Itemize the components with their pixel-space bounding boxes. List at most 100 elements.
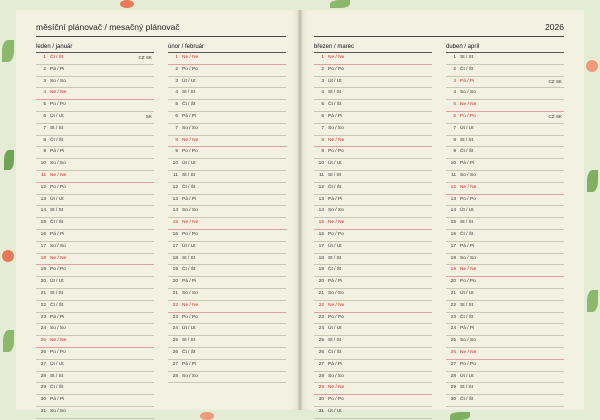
day-row: 1 Ne / Ne	[314, 53, 432, 65]
day-row: 19 Ne / Ne	[446, 265, 564, 278]
day-of-week: Čt / Št	[182, 349, 196, 355]
day-row: 16 Čt / Št	[446, 230, 564, 242]
day-of-week: St / St	[182, 338, 196, 344]
day-of-week: Út / Ut	[182, 78, 196, 84]
day-number: 1	[43, 55, 46, 60]
day-number: 24	[318, 326, 324, 332]
day-of-week: Út / Ut	[182, 326, 196, 332]
day-number: 24	[172, 326, 178, 332]
day-of-week: Ne / Ne	[328, 302, 345, 308]
day-number: 24	[40, 326, 46, 332]
day-number: 21	[40, 290, 46, 296]
day-row: 5 Po / Po	[36, 100, 154, 112]
day-number: 17	[318, 243, 324, 249]
day-of-week: So / So	[182, 290, 198, 296]
day-of-week: Čt / Št	[460, 149, 474, 155]
day-list: 1 Ne / Ne 2 Po / Po 3 Út / Ut 4 St / St 5 Čt / Št…	[168, 53, 286, 384]
day-of-week: Čt / Št	[50, 385, 64, 391]
day-of-week: St / St	[50, 290, 64, 296]
month-column-march: březen / marec 1 Ne / Ne 2 Po / Po 3 Út / Ut 4…	[314, 42, 432, 419]
day-of-week: Ne / Ne	[460, 184, 477, 190]
day-row: 20 Pá / Pi	[168, 277, 286, 289]
leaf-decoration	[450, 412, 470, 420]
day-of-week: Út / Ut	[328, 161, 342, 167]
day-number: 8	[321, 137, 324, 143]
day-of-week: Út / Ut	[328, 78, 342, 84]
day-number: 11	[173, 172, 178, 178]
day-number: 20	[40, 279, 46, 285]
day-row: 24 So / So	[36, 324, 154, 337]
day-row: 17 Pá / Pi	[446, 242, 564, 254]
day-number: 14	[172, 208, 178, 214]
day-number: 19	[172, 267, 178, 273]
leaf-decoration	[587, 170, 598, 192]
day-list: 1 St / St 2 Čt / Št 3 Pá / Pi CZ SK 4 So / So 5 Ne…	[446, 53, 564, 407]
day-number: 13	[172, 196, 178, 202]
day-number: 11	[319, 172, 324, 178]
day-number: 18	[172, 255, 178, 261]
day-of-week: Út / Ut	[460, 290, 474, 296]
day-row: 16 Po / Po	[314, 230, 432, 242]
holiday-country-note: CZ SK	[548, 78, 562, 84]
day-row: 13 Pá / Pi	[314, 195, 432, 207]
day-number: 21	[318, 290, 324, 296]
day-of-week: Pá / Pi	[182, 196, 197, 202]
day-of-week: Po / Po	[460, 196, 476, 202]
day-number: 9	[453, 149, 456, 155]
flower-decoration	[200, 412, 214, 420]
day-of-week: Pá / Pi	[328, 196, 343, 202]
day-of-week: So / So	[460, 90, 476, 96]
day-number: 3	[43, 78, 46, 84]
day-number: 9	[321, 149, 324, 155]
day-of-week: Pá / Pi	[460, 243, 475, 249]
day-number: 13	[450, 196, 456, 202]
day-of-week: Po / Po	[328, 231, 344, 237]
day-row: 7 St / St	[36, 124, 154, 136]
day-of-week: Čt / Št	[460, 397, 474, 403]
day-number: 17	[40, 243, 46, 249]
day-row: 28 St / St	[36, 372, 154, 384]
day-number: 3	[175, 78, 178, 84]
day-number: 16	[318, 231, 324, 237]
day-row: 16 Pá / Pi	[36, 230, 154, 242]
day-number: 22	[318, 302, 324, 308]
day-of-week: So / So	[328, 125, 344, 131]
day-row: 15 Ne / Ne	[168, 218, 286, 230]
day-row: 26 Čt / Št	[314, 348, 432, 360]
day-number: 15	[318, 220, 324, 226]
day-row: 12 Ne / Ne	[446, 183, 564, 195]
day-number: 2	[43, 66, 46, 72]
day-number: 3	[321, 78, 324, 84]
day-of-week: Po / Po	[460, 279, 476, 285]
day-row: 30 Čt / Št	[446, 395, 564, 407]
day-of-week: Ne / Ne	[460, 102, 477, 108]
day-row: 25 St / St	[168, 336, 286, 348]
day-of-week: Ne / Ne	[182, 137, 199, 143]
day-row: 8 Čt / Št	[36, 136, 154, 148]
day-of-week: Út / Ut	[182, 243, 196, 249]
day-of-week: So / So	[460, 172, 476, 178]
flower-decoration	[2, 250, 14, 262]
day-of-week: Ne / Ne	[328, 385, 345, 391]
day-of-week: So / So	[460, 255, 476, 261]
day-number: 10	[172, 161, 178, 167]
day-of-week: Ne / Ne	[50, 172, 67, 178]
day-row: 18 St / St	[314, 254, 432, 266]
day-number: 22	[40, 302, 46, 308]
day-of-week: St / St	[460, 220, 474, 226]
day-row: 12 Čt / Št	[314, 183, 432, 195]
day-row: 5 Čt / Št	[314, 100, 432, 112]
day-number: 26	[40, 349, 46, 355]
day-of-week: Po / Po	[182, 66, 198, 72]
day-row: 20 Út / Ut	[36, 277, 154, 289]
day-row: 1 Čt / Št CZ SK	[36, 53, 154, 65]
day-number: 12	[318, 184, 324, 190]
day-row: 24 Út / Ut	[168, 324, 286, 337]
planner-title: měsíční plánovač / mesačný plánovač	[36, 22, 180, 32]
day-of-week: Pá / Pi	[182, 361, 197, 367]
day-of-week: Po / Po	[50, 184, 66, 190]
day-of-week: Ne / Ne	[182, 220, 199, 226]
day-of-week: Čt / Št	[182, 267, 196, 273]
day-of-week: Ne / Ne	[328, 220, 345, 226]
day-row: 19 Čt / Št	[168, 265, 286, 278]
